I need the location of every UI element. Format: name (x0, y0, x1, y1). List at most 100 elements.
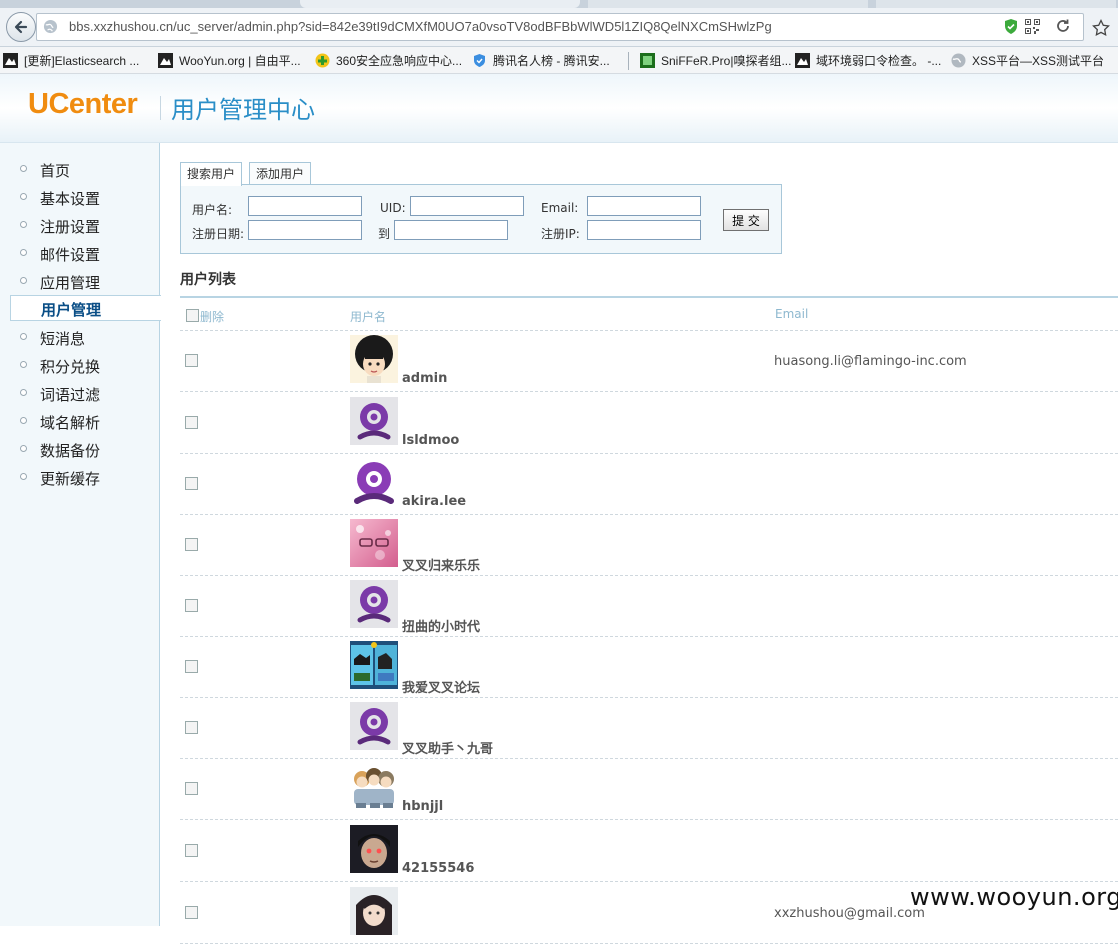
row-username[interactable]: 我爱叉叉论坛 (402, 677, 480, 696)
regdate-start-input[interactable] (248, 220, 362, 240)
table-row: hbnjjl (180, 758, 1118, 820)
bookmark-item[interactable]: 腾讯名人榜 - 腾讯安... (472, 51, 610, 69)
ucenter-header: UCenter 用户管理中心 (0, 74, 1118, 143)
avatar (350, 702, 398, 750)
row-username[interactable]: 叉叉归来乐乐 (402, 555, 480, 574)
bookmark-star-icon[interactable] (1092, 19, 1110, 37)
sidebar-item-domain-resolve[interactable]: 域名解析 (0, 409, 159, 433)
reload-icon[interactable] (1055, 18, 1071, 34)
bookmark-item[interactable]: WooYun.org | 自由平... (158, 51, 301, 69)
row-checkbox[interactable] (185, 844, 198, 857)
row-checkbox[interactable] (185, 416, 198, 429)
pink-photo-avatar-icon (350, 519, 398, 567)
row-username[interactable]: 叉叉助手丶九哥 (402, 738, 493, 757)
bookmark-separator (628, 52, 629, 70)
bookmark-item[interactable]: XSS平台—XSS测试平台 (951, 51, 1104, 69)
anime-group-avatar-icon (350, 763, 398, 811)
avatar (350, 580, 398, 628)
bookmark-item[interactable]: [更新]Elasticsearch ... (3, 51, 139, 69)
bookmark-item[interactable]: 360安全应急响应中心... (315, 51, 462, 69)
back-button[interactable] (6, 12, 36, 42)
user-table-header: 删除 用户名 Email (180, 300, 1118, 331)
row-username[interactable]: admin (402, 371, 447, 386)
bullet-icon (20, 249, 27, 256)
browser-tab-active[interactable] (300, 0, 580, 8)
uid-input[interactable] (410, 196, 524, 216)
column-header-email: Email (775, 307, 809, 321)
sidebar-item-word-filter[interactable]: 词语过滤 (0, 381, 159, 405)
url-text: bbs.xxzhushou.cn/uc_server/admin.php?sid… (69, 19, 772, 34)
qr-code-icon[interactable] (1025, 19, 1040, 34)
row-checkbox[interactable] (185, 660, 198, 673)
browser-tab[interactable] (876, 0, 1116, 8)
row-checkbox[interactable] (185, 906, 198, 919)
sidebar-item-short-messages[interactable]: 短消息 (0, 325, 159, 349)
avatar (350, 887, 398, 935)
username-input[interactable] (248, 196, 362, 216)
row-username[interactable]: hbnjjl (402, 799, 443, 814)
tab-search-user[interactable]: 搜索用户 (180, 162, 243, 186)
sidebar-item-mail-settings[interactable]: 邮件设置 (0, 241, 159, 265)
sidebar-item-data-backup[interactable]: 数据备份 (0, 437, 159, 461)
browser-tab[interactable] (588, 0, 868, 8)
table-row: 扭曲的小时代 (180, 575, 1118, 637)
globe-icon (951, 53, 966, 67)
row-checkbox[interactable] (185, 599, 198, 612)
sidebar-item-home[interactable]: 首页 (0, 157, 159, 181)
page-title: 用户管理中心 (171, 96, 315, 124)
watermark: www.wooyun.org (910, 883, 1118, 911)
bullet-icon (20, 165, 27, 172)
avatar (350, 825, 398, 873)
row-email: xxzhushou@gmail.com (774, 906, 925, 921)
address-bar[interactable]: bbs.xxzhushou.cn/uc_server/admin.php?sid… (36, 13, 1084, 41)
table-row: 叉叉归来乐乐 (180, 514, 1118, 576)
row-checkbox[interactable] (185, 538, 198, 551)
ucenter-logo[interactable]: UCenter (28, 88, 138, 121)
main-content: 搜索用户 添加用户 用户名: UID: Email: 注册日期: 到 注册IP:… (160, 143, 1118, 944)
uid-label: UID: (380, 201, 406, 215)
sidebar-menu: 首页 基本设置 注册设置 邮件设置 应用管理 用户管理 短消息 积分兑换 词语过… (0, 143, 161, 926)
row-email: huasong.li@flamingo-inc.com (774, 354, 967, 369)
sidebar-item-credit-exchange[interactable]: 积分兑换 (0, 353, 159, 377)
table-row: 我爱叉叉论坛 (180, 636, 1118, 698)
regdate-label: 注册日期: (192, 227, 245, 241)
email-input[interactable] (587, 196, 701, 216)
sidebar-item-register-settings[interactable]: 注册设置 (0, 213, 159, 237)
username-label: 用户名: (192, 203, 233, 217)
regip-input[interactable] (587, 220, 701, 240)
sidebar-item-user-management[interactable]: 用户管理 (10, 295, 161, 321)
bullet-icon (20, 221, 27, 228)
row-username[interactable]: 42155546 (402, 861, 474, 876)
wooyun-icon (158, 52, 173, 68)
360-icon (315, 53, 330, 67)
back-arrow-icon (14, 20, 28, 34)
row-checkbox[interactable] (185, 721, 198, 734)
tab-add-user[interactable]: 添加用户 (249, 162, 312, 185)
column-header-delete[interactable]: 删除 (200, 308, 224, 325)
column-header-username: 用户名 (350, 310, 387, 324)
sidebar-item-app-management[interactable]: 应用管理 (0, 269, 159, 293)
sniffer-icon (640, 52, 655, 68)
sidebar-item-basic-settings[interactable]: 基本设置 (0, 185, 159, 209)
regip-label: 注册IP: (541, 227, 580, 241)
row-username[interactable]: 扭曲的小时代 (402, 616, 480, 635)
row-username[interactable]: lsldmoo (402, 433, 459, 448)
security-shield-icon[interactable] (1003, 18, 1019, 35)
girl-photo-avatar-icon (350, 887, 398, 935)
bookmark-item[interactable]: SniFFeR.Pro|嗅探者组... (640, 51, 791, 69)
select-all-checkbox[interactable] (186, 309, 199, 322)
regdate-end-input[interactable] (394, 220, 508, 240)
submit-button[interactable]: 提 交 (723, 209, 769, 231)
game-screens-avatar-icon (350, 641, 398, 689)
default-avatar-icon (350, 458, 398, 506)
bookmark-item[interactable]: 域环境弱口令检查。 -... (795, 51, 941, 69)
sidebar-item-update-cache[interactable]: 更新缓存 (0, 465, 159, 489)
table-row: akira.lee (180, 453, 1118, 515)
date-to-label: 到 (378, 227, 391, 241)
row-checkbox[interactable] (185, 477, 198, 490)
bullet-icon (20, 361, 27, 368)
row-checkbox[interactable] (185, 354, 198, 367)
row-checkbox[interactable] (185, 782, 198, 795)
row-username[interactable]: akira.lee (402, 494, 466, 509)
avatar (350, 641, 398, 689)
